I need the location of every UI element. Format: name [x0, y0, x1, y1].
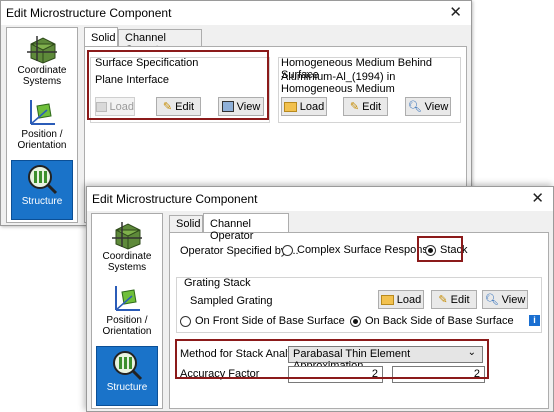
edit-button[interactable]: ✎ Edit [343, 97, 388, 116]
highlight-box-method [175, 339, 489, 379]
structure-magnifier-icon [28, 165, 58, 195]
grating-stack-title: Grating Stack [184, 277, 251, 289]
operator-label: Operator Specified by ... [180, 245, 299, 257]
folder-icon [380, 294, 394, 305]
radio-circle [180, 315, 191, 327]
radio-back-side[interactable]: On Back Side of Base Surface [350, 315, 514, 327]
info-icon[interactable]: i [529, 315, 540, 326]
sidebar-item-label: Structure [106, 382, 148, 393]
magnifier-icon: 🔍︎ [407, 101, 422, 113]
medium-value: Aluminium-Al_(1994) in Homogeneous Mediu… [281, 71, 396, 95]
magnifier-icon: 🔍︎ [484, 294, 499, 306]
radio-circle [282, 244, 293, 256]
sidebar-item-label: Position / Orientation [17, 129, 67, 151]
pencil-icon: ✎ [438, 294, 448, 306]
sidebar-item-structure[interactable]: Structure [96, 346, 158, 406]
pencil-icon: ✎ [349, 101, 360, 113]
folder-icon [283, 101, 297, 112]
dialog-title: Edit Microstructure Component [92, 192, 258, 206]
radio-complex-surface-response[interactable]: Complex Surface Response [282, 244, 434, 256]
load-button[interactable]: Load [281, 97, 327, 116]
load-button[interactable]: Load [378, 290, 424, 309]
sidebar-item-label: Coordinate Systems [17, 65, 67, 87]
highlight-box-surface-spec [87, 50, 269, 120]
sidebar-item-coordinate-systems[interactable]: Coordinate Systems [96, 218, 158, 278]
sidebar-item-position-orientation[interactable]: Position / Orientation [96, 282, 158, 342]
category-sidebar: Coordinate Systems Position / Orientatio… [6, 27, 78, 223]
sidebar-item-structure[interactable]: Structure [11, 160, 73, 220]
edit-button[interactable]: ✎ Edit [431, 290, 477, 309]
radio-front-side[interactable]: On Front Side of Base Surface [180, 315, 345, 327]
dialog-title: Edit Microstructure Component [6, 6, 172, 20]
grating-stack-value: Sampled Grating [190, 295, 273, 307]
dialog-window-channel-operator: Edit Microstructure Component ✕ Coordina… [86, 186, 554, 412]
sidebar-item-coordinate-systems[interactable]: Coordinate Systems [11, 32, 73, 92]
tab-panel-channel-operator: Operator Specified by ... Complex Surfac… [169, 232, 549, 409]
view-button[interactable]: 🔍︎ View [405, 97, 451, 116]
close-icon[interactable]: ✕ [531, 189, 544, 207]
sidebar-item-label: Coordinate Systems [102, 251, 152, 273]
position-orientation-icon [115, 286, 140, 311]
sidebar-item-label: Position / Orientation [102, 315, 152, 337]
position-orientation-icon [30, 100, 55, 125]
sidebar-item-label: Structure [21, 196, 63, 207]
category-sidebar: Coordinate Systems Position / Orientatio… [91, 213, 163, 409]
coordinate-cube-icon [27, 36, 57, 64]
highlight-box-stack [417, 236, 463, 262]
tab-channel-operator[interactable]: Channel Operator [203, 213, 289, 242]
radio-circle-selected [350, 315, 361, 327]
sidebar-item-position-orientation[interactable]: Position / Orientation [11, 96, 73, 156]
title-bar: Edit Microstructure Component ✕ [87, 187, 553, 211]
coordinate-cube-icon [112, 222, 142, 250]
tab-channel-operator[interactable]: Channel Operator [118, 29, 202, 56]
tab-solid[interactable]: Solid [169, 215, 203, 232]
view-button[interactable]: 🔍︎ View [482, 290, 528, 309]
structure-magnifier-icon [113, 351, 143, 381]
tab-solid[interactable]: Solid [84, 27, 118, 46]
close-icon[interactable]: ✕ [449, 3, 462, 21]
title-bar: Edit Microstructure Component ✕ [1, 1, 471, 25]
